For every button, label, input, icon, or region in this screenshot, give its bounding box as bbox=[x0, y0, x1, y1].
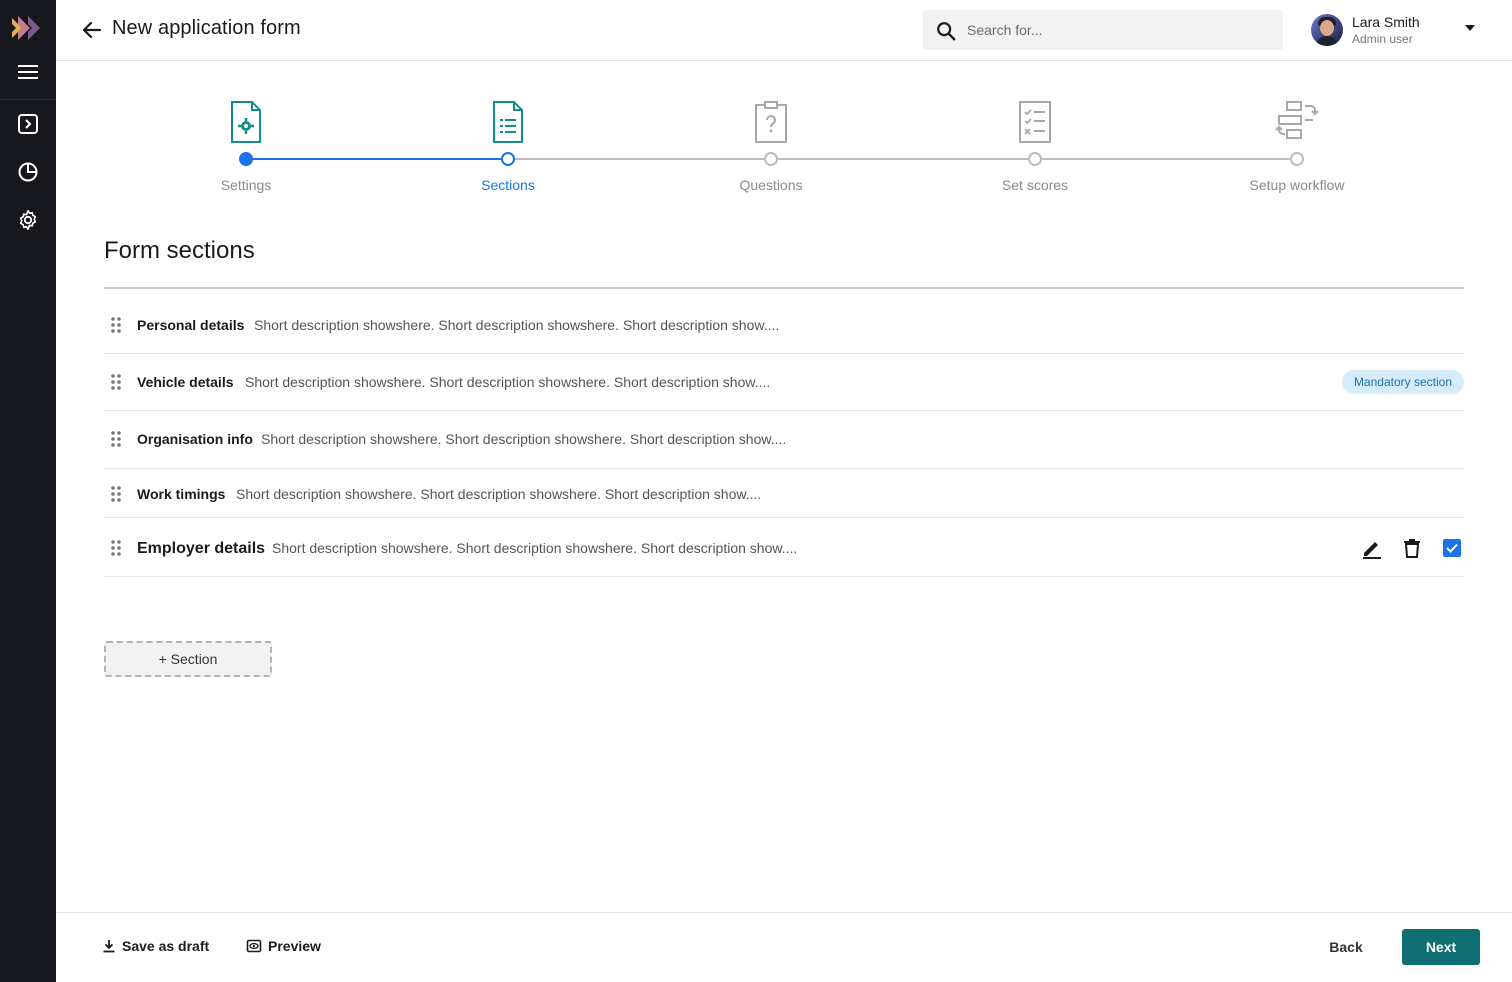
forms-nav-button[interactable] bbox=[0, 100, 56, 148]
step-label: Setup workflow bbox=[1249, 177, 1345, 193]
search-input[interactable] bbox=[967, 10, 1267, 50]
step-label: Set scores bbox=[1001, 177, 1069, 193]
preview-eye-icon bbox=[246, 939, 262, 953]
settings-nav-button[interactable] bbox=[0, 196, 56, 244]
step-setup-workflow[interactable]: Setup workflow bbox=[1217, 62, 1377, 202]
section-checkbox[interactable] bbox=[1443, 539, 1461, 557]
preview-button[interactable]: Preview bbox=[246, 938, 321, 954]
chevron-down-icon[interactable] bbox=[1463, 21, 1477, 35]
step-dot bbox=[1290, 152, 1304, 166]
forms-icon bbox=[18, 114, 38, 134]
edit-icon[interactable] bbox=[1360, 536, 1384, 560]
back-arrow-icon[interactable] bbox=[80, 18, 104, 42]
section-description: Short description showshere. Short descr… bbox=[272, 540, 798, 556]
settings-icon bbox=[19, 210, 37, 230]
clipboard-question-icon bbox=[755, 101, 787, 143]
analytics-icon bbox=[18, 162, 38, 182]
next-button[interactable]: Next bbox=[1402, 929, 1480, 965]
step-label: Questions bbox=[739, 177, 803, 193]
doc-list-icon bbox=[493, 101, 523, 143]
drag-handle-icon[interactable] bbox=[111, 317, 121, 333]
add-section-button[interactable]: + Section bbox=[104, 641, 272, 677]
step-dot bbox=[1028, 152, 1042, 166]
divider bbox=[104, 287, 1464, 289]
step-dot bbox=[764, 152, 778, 166]
analytics-nav-button[interactable] bbox=[0, 148, 56, 196]
drag-handle-icon[interactable] bbox=[111, 540, 121, 556]
section-description: Short description showshere. Short descr… bbox=[261, 431, 787, 447]
side-rail bbox=[0, 0, 56, 982]
preview-label: Preview bbox=[268, 938, 321, 954]
step-label: Settings bbox=[220, 177, 272, 193]
drag-handle-icon[interactable] bbox=[111, 374, 121, 390]
section-description: Short description showshere. Short descr… bbox=[254, 317, 780, 333]
section-description: Short description showshere. Short descr… bbox=[236, 486, 762, 502]
menu-icon bbox=[18, 65, 38, 79]
step-label: Sections bbox=[481, 177, 535, 193]
section-name: Vehicle details bbox=[137, 374, 234, 390]
section-row[interactable]: Work timings Short description showshere… bbox=[104, 469, 1464, 518]
stepper-track-pending bbox=[508, 158, 1298, 160]
save-draft-button[interactable]: Save as draft bbox=[102, 938, 209, 954]
section-name: Personal details bbox=[137, 317, 245, 333]
footer-bar: Save as draft Preview Back Next bbox=[56, 912, 1512, 982]
delete-icon[interactable] bbox=[1400, 536, 1424, 560]
app-logo-icon[interactable] bbox=[10, 14, 46, 42]
mandatory-badge: Mandatory section bbox=[1341, 370, 1464, 394]
section-description: Short description showshere. Short descr… bbox=[245, 374, 771, 390]
avatar bbox=[1311, 14, 1343, 46]
check-icon bbox=[1446, 543, 1458, 553]
search-icon bbox=[937, 22, 956, 41]
step-dot bbox=[501, 152, 515, 166]
step-set-scores[interactable]: Set scores bbox=[955, 62, 1115, 202]
user-role: Admin user bbox=[1352, 32, 1413, 46]
step-questions[interactable]: Questions bbox=[691, 62, 851, 202]
drag-handle-icon[interactable] bbox=[111, 486, 121, 502]
search-box[interactable] bbox=[923, 10, 1283, 50]
section-name: Employer details bbox=[137, 540, 266, 557]
user-name: Lara Smith bbox=[1352, 14, 1420, 30]
download-icon bbox=[103, 940, 115, 953]
form-stepper: Settings Sections Questions Set scores S… bbox=[56, 62, 1512, 212]
step-dot bbox=[239, 152, 253, 166]
doc-gear-icon bbox=[231, 101, 261, 143]
drag-handle-icon[interactable] bbox=[111, 431, 121, 447]
save-draft-label: Save as draft bbox=[122, 938, 210, 954]
page-title: New application form bbox=[112, 17, 301, 39]
user-menu[interactable]: Lara Smith Admin user bbox=[1311, 13, 1491, 49]
checklist-icon bbox=[1019, 101, 1051, 143]
section-row[interactable]: Vehicle details Short description showsh… bbox=[104, 354, 1464, 411]
section-row[interactable]: Personal details Short description shows… bbox=[104, 297, 1464, 354]
section-name: Organisation info bbox=[137, 431, 253, 447]
section-name: Work timings bbox=[137, 486, 226, 502]
back-button[interactable]: Back bbox=[1314, 929, 1378, 965]
form-sections-title: Form sections bbox=[104, 237, 255, 264]
step-settings[interactable]: Settings bbox=[166, 62, 326, 202]
workflow-icon bbox=[1275, 101, 1319, 139]
top-bar: New application form Lara Smith Admin us… bbox=[56, 0, 1512, 61]
step-sections[interactable]: Sections bbox=[428, 62, 588, 202]
section-row-selected[interactable]: Employer details Short description shows… bbox=[104, 518, 1464, 577]
section-row[interactable]: Organisation info Short description show… bbox=[104, 411, 1464, 469]
menu-button[interactable] bbox=[0, 48, 56, 96]
